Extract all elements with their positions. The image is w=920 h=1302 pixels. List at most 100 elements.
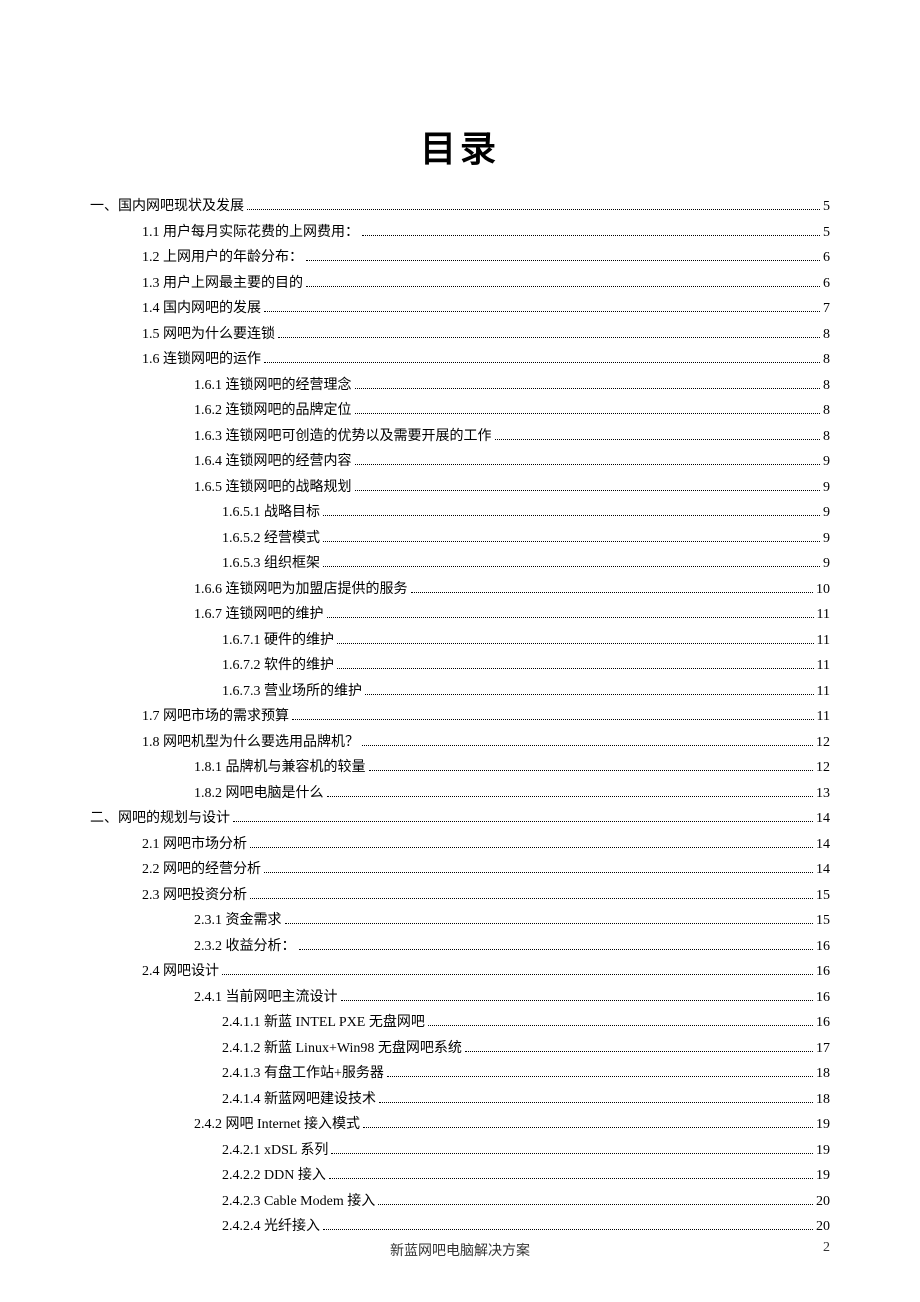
footer-title: 新蓝网吧电脑解决方案 [390,1240,530,1260]
toc-page: 11 [817,704,830,730]
toc-leader-dots [411,583,814,593]
toc-page: 9 [823,500,830,526]
toc-entry[interactable]: 1.8.1 品牌机与兼容机的较量 12 [90,755,830,781]
toc-entry[interactable]: 1.6.5.3 组织框架 9 [90,551,830,577]
toc-label: 1.6.7 连锁网吧的维护 [194,602,324,628]
toc-leader-dots [306,277,820,287]
toc-leader-dots [233,812,813,822]
toc-entry[interactable]: 2.3.2 收益分析： 16 [90,934,830,960]
toc-leader-dots [363,1118,813,1128]
toc-entry[interactable]: 1.6.5.2 经营模式 9 [90,526,830,552]
toc-entry[interactable]: 一、国内网吧现状及发展 5 [90,194,830,220]
toc-entry[interactable]: 1.7 网吧市场的需求预算 11 [90,704,830,730]
toc-page: 15 [816,908,830,934]
toc-label: 一、国内网吧现状及发展 [90,194,244,220]
toc-label: 二、网吧的规划与设计 [90,806,230,832]
toc-page: 8 [823,347,830,373]
toc-page: 9 [823,526,830,552]
toc-entry[interactable]: 2.4.2 网吧 Internet 接入模式 19 [90,1112,830,1138]
toc-entry[interactable]: 1.6.3 连锁网吧可创造的优势以及需要开展的工作 8 [90,424,830,450]
toc-page: 8 [823,424,830,450]
toc-page: 18 [816,1061,830,1087]
toc-page: 19 [816,1112,830,1138]
toc-entry[interactable]: 1.6.5.1 战略目标 9 [90,500,830,526]
toc-entry[interactable]: 2.4.2.3 Cable Modem 接入 20 [90,1189,830,1215]
toc-page: 8 [823,373,830,399]
toc-entry[interactable]: 1.6.5 连锁网吧的战略规划 9 [90,475,830,501]
toc-label: 2.4.2.1 xDSL 系列 [222,1138,328,1164]
toc-page: 11 [817,602,830,628]
toc-page: 14 [816,857,830,883]
toc-entry[interactable]: 二、网吧的规划与设计 14 [90,806,830,832]
toc-entry[interactable]: 2.2 网吧的经营分析 14 [90,857,830,883]
toc-leader-dots [379,1093,813,1103]
toc-entry[interactable]: 2.3.1 资金需求 15 [90,908,830,934]
toc-entry[interactable]: 2.4.2.2 DDN 接入19 [90,1163,830,1189]
toc-entry[interactable]: 1.6.4 连锁网吧的经营内容 9 [90,449,830,475]
toc-entry[interactable]: 1.6.7.1 硬件的维护 11 [90,628,830,654]
toc-entry[interactable]: 1.4 国内网吧的发展 7 [90,296,830,322]
toc-label: 2.4.1.3 有盘工作站+服务器 [222,1061,384,1087]
toc-entry[interactable]: 2.3 网吧投资分析 15 [90,883,830,909]
footer-page-number: 2 [823,1240,830,1256]
toc-leader-dots [331,1144,813,1154]
toc-entry[interactable]: 1.5 网吧为什么要连锁 8 [90,322,830,348]
toc-entry[interactable]: 2.4.1.4 新蓝网吧建设技术 18 [90,1087,830,1113]
toc-label: 1.8.2 网吧电脑是什么 [194,781,324,807]
toc-entry[interactable]: 2.4.1.1 新蓝 INTEL PXE 无盘网吧 16 [90,1010,830,1036]
toc-entry[interactable]: 1.8 网吧机型为什么要选用品牌机？ 12 [90,730,830,756]
toc-label: 1.6 连锁网吧的运作 [142,347,261,373]
toc-page: 12 [816,730,830,756]
toc-entry[interactable]: 1.6.7.2 软件的维护 11 [90,653,830,679]
toc-entry[interactable]: 1.6.6 连锁网吧为加盟店提供的服务 10 [90,577,830,603]
toc-leader-dots [341,991,814,1001]
toc-leader-dots [323,557,820,567]
toc-entry[interactable]: 1.6 连锁网吧的运作 8 [90,347,830,373]
toc-entry[interactable]: 1.6.7 连锁网吧的维护 11 [90,602,830,628]
toc-entry[interactable]: 1.8.2 网吧电脑是什么 13 [90,781,830,807]
toc-leader-dots [495,430,821,440]
toc-leader-dots [264,863,813,873]
footer: 新蓝网吧电脑解决方案 2 [90,1240,830,1260]
toc-entry[interactable]: 2.4.1 当前网吧主流设计 16 [90,985,830,1011]
toc-label: 2.4.1.4 新蓝网吧建设技术 [222,1087,376,1113]
toc-entry[interactable]: 2.4 网吧设计 16 [90,959,830,985]
toc-label: 1.3 用户上网最主要的目的 [142,271,303,297]
toc-entry[interactable]: 1.6.2 连锁网吧的品牌定位 8 [90,398,830,424]
toc-leader-dots [323,1220,813,1230]
toc-entry[interactable]: 2.1 网吧市场分析 14 [90,832,830,858]
toc-label: 1.2 上网用户的年龄分布： [142,245,303,271]
toc-page: 6 [823,271,830,297]
toc-label: 2.3.2 收益分析： [194,934,296,960]
toc-leader-dots [337,634,814,644]
toc-entry[interactable]: 1.6.7.3 营业场所的维护 11 [90,679,830,705]
toc-entry[interactable]: 1.1 用户每月实际花费的上网费用： 5 [90,220,830,246]
toc-entry[interactable]: 1.3 用户上网最主要的目的 6 [90,271,830,297]
toc-entry[interactable]: 2.4.1.3 有盘工作站+服务器 18 [90,1061,830,1087]
toc-entry[interactable]: 2.4.2.4 光纤接入 20 [90,1214,830,1240]
toc-leader-dots [355,404,821,414]
toc-label: 1.1 用户每月实际花费的上网费用： [142,220,359,246]
toc-leader-dots [250,889,813,899]
toc-page: 14 [816,832,830,858]
toc-entry[interactable]: 1.6.1 连锁网吧的经营理念 8 [90,373,830,399]
toc-label: 2.3.1 资金需求 [194,908,282,934]
table-of-contents: 一、国内网吧现状及发展 51.1 用户每月实际花费的上网费用： 51.2 上网用… [90,194,830,1240]
toc-leader-dots [387,1067,813,1077]
toc-page: 17 [816,1036,830,1062]
toc-page: 16 [816,959,830,985]
toc-page: 18 [816,1087,830,1113]
toc-entry[interactable]: 2.4.1.2 新蓝 Linux+Win98 无盘网吧系统17 [90,1036,830,1062]
toc-label: 2.4.2.4 光纤接入 [222,1214,320,1240]
toc-leader-dots [329,1169,813,1179]
toc-label: 1.6.5.1 战略目标 [222,500,320,526]
toc-page: 13 [816,781,830,807]
toc-page: 16 [816,934,830,960]
toc-entry[interactable]: 1.2 上网用户的年龄分布： 6 [90,245,830,271]
toc-page: 20 [816,1214,830,1240]
toc-page: 9 [823,449,830,475]
toc-label: 1.6.1 连锁网吧的经营理念 [194,373,352,399]
toc-page: 12 [816,755,830,781]
toc-entry[interactable]: 2.4.2.1 xDSL 系列19 [90,1138,830,1164]
toc-label: 1.6.4 连锁网吧的经营内容 [194,449,352,475]
